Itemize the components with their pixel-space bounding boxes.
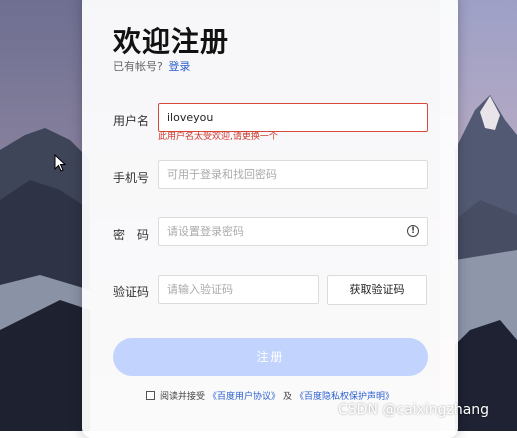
- password-input[interactable]: 请设置登录密码 !: [158, 217, 428, 246]
- agreement-prefix: 阅读并接受: [160, 392, 206, 402]
- code-input[interactable]: 请输入验证码: [158, 275, 319, 304]
- mouse-cursor-icon: [54, 153, 67, 176]
- terms-link[interactable]: 《百度用户协议》: [208, 389, 280, 402]
- username-label: 用户名: [113, 114, 150, 128]
- phone-input[interactable]: 可用于登录和找回密码: [158, 160, 428, 189]
- page-title: 欢迎注册: [113, 25, 230, 58]
- agreement-and: 及: [283, 392, 293, 402]
- info-icon[interactable]: !: [407, 225, 419, 237]
- agreement-row: 阅读并接受 《百度用户协议》 及 《百度隐私权保护声明》: [146, 389, 394, 402]
- code-label: 验证码: [113, 285, 150, 299]
- login-link[interactable]: 登录: [168, 60, 190, 73]
- username-error-message: 此用户名太受欢迎,请更换一个: [158, 132, 278, 142]
- password-placeholder: 请设置登录密码: [167, 225, 244, 238]
- privacy-link[interactable]: 《百度隐私权保护声明》: [295, 389, 394, 402]
- username-input[interactable]: iloveyou: [158, 103, 428, 132]
- register-card: 欢迎注册 已有帐号? 登录 用户名 iloveyou 此用户名太受欢迎,请更换一…: [82, 0, 458, 438]
- phone-label: 手机号: [113, 171, 150, 185]
- agreement-checkbox[interactable]: [146, 391, 155, 400]
- login-prompt: 已有帐号? 登录: [113, 58, 190, 74]
- register-button[interactable]: 注册: [113, 338, 428, 376]
- has-account-text: 已有帐号?: [113, 60, 163, 73]
- get-code-button[interactable]: 获取验证码: [327, 275, 427, 305]
- password-label: 密 码: [113, 228, 150, 242]
- watermark: CSDN @caixingzhang: [338, 402, 490, 418]
